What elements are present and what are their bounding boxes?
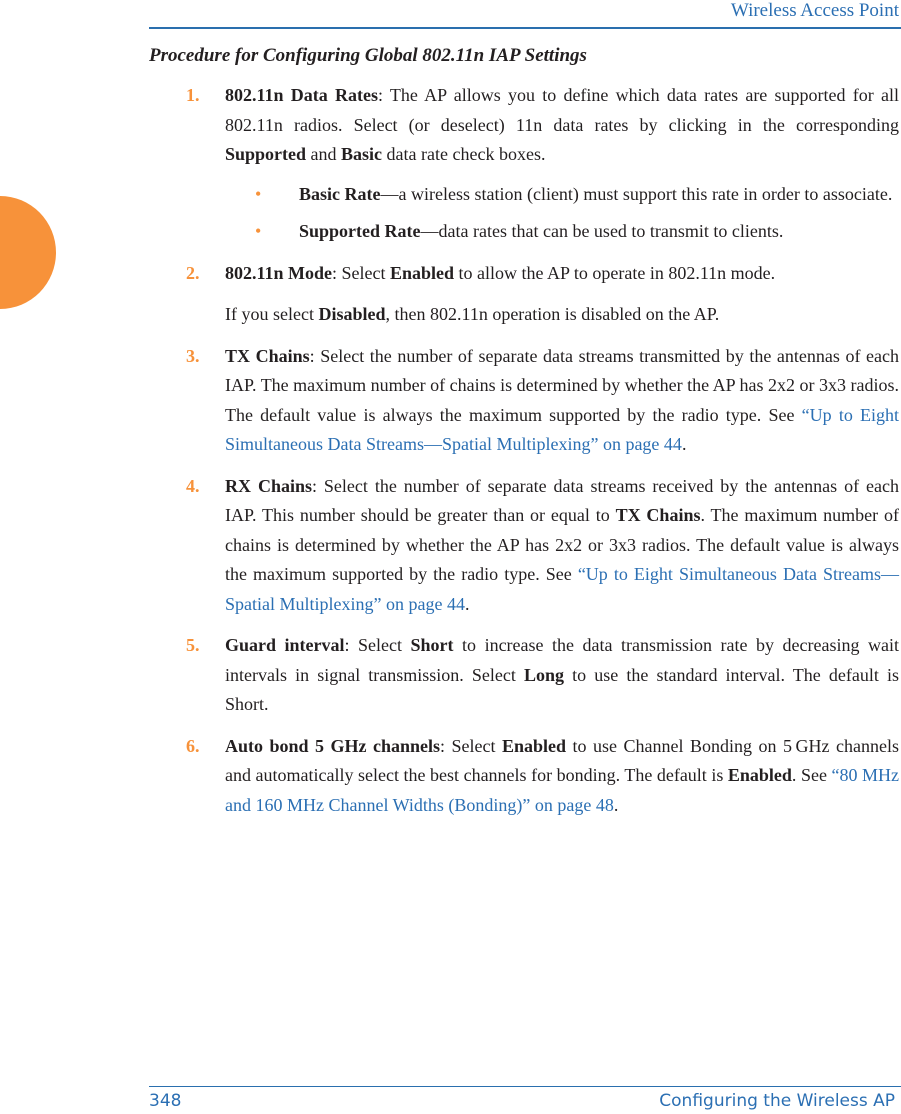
step-text: RX Chains: Select the number of separate… (225, 472, 899, 620)
chapter-tab-marker (0, 196, 56, 309)
step-number: 1. (186, 85, 200, 105)
step-body: : Select the number of separate data str… (225, 345, 900, 425)
section-title: Procedure for Configuring Global 802.11n… (149, 45, 587, 66)
step-body: . (681, 434, 687, 454)
step-body: . (613, 794, 619, 815)
chapter-title: Configuring the Wireless AP (659, 1091, 895, 1111)
bullet-term: Basic Rate (299, 183, 381, 204)
step-body: to allow the AP to operate in 802.11n mo… (454, 262, 776, 283)
bold-term: Supported (225, 144, 307, 164)
step-item: 4. RX Chains: Select the number of separ… (186, 472, 899, 620)
step-number: 2. (186, 262, 200, 283)
bullet-item: • Basic Rate—a wireless station (client) … (225, 180, 899, 210)
bullet-item: • Supported Rate—data rates that can be u… (225, 217, 899, 247)
step-body: : Select (344, 635, 411, 655)
step-body: . (464, 593, 470, 614)
step-body: . See (791, 765, 832, 785)
bold-term: Enabled (390, 262, 455, 283)
step-number: 5. (186, 635, 200, 655)
bullet-text: —data rates that can be used to transmit… (420, 221, 784, 241)
step-note: If you select Disabled, then 802.11n ope… (225, 300, 899, 330)
step-body: , then 802.11n operation is disabled on … (385, 304, 720, 324)
step-term: RX Chains (225, 475, 312, 496)
step-item: 1. 802.11n Data Rates: The AP allows you… (186, 81, 899, 247)
step-term: Auto bond 5 GHz channels (225, 735, 441, 756)
header-divider (149, 27, 901, 29)
bold-term: Basic (341, 144, 383, 164)
bold-term: Disabled (318, 304, 386, 324)
step-text: 802.11n Mode: Select Enabled to allow th… (225, 259, 899, 289)
step-item: 2. 802.11n Mode: Select Enabled to allow… (186, 259, 899, 330)
bold-term: Enabled (501, 735, 567, 756)
step-term: TX Chains (225, 345, 310, 366)
step-term: 802.11n Data Rates (225, 85, 378, 105)
bullet-term: Supported Rate (299, 221, 421, 241)
step-text: 802.11n Data Rates: The AP allows you to… (225, 81, 899, 170)
page-number: 348 (149, 1091, 182, 1111)
step-body: and (306, 144, 342, 164)
step-text: TX Chains: Select the number of separate… (225, 342, 899, 460)
step-body: : Select (332, 262, 390, 283)
step-item: 6. Auto bond 5 GHz channels: Select Enab… (186, 732, 899, 821)
step-item: 5. Guard interval: Select Short to incre… (186, 631, 899, 720)
bold-term: Long (524, 664, 565, 685)
bullet-list: • Basic Rate—a wireless station (client) … (225, 180, 899, 247)
step-text: Guard interval: Select Short to increase… (225, 631, 899, 720)
bullet-icon: • (255, 221, 262, 241)
step-number: 6. (186, 735, 200, 756)
step-item: 3. TX Chains: Select the number of separ… (186, 342, 899, 460)
step-term: Guard interval (225, 635, 345, 655)
bullet-text: —a wireless station (client) must suppor… (380, 183, 893, 204)
bold-term: Short (410, 635, 454, 655)
step-text: Auto bond 5 GHz channels: Select Enabled… (225, 732, 899, 821)
step-body: : Select (440, 735, 502, 756)
bold-term: TX Chains (615, 505, 701, 525)
step-term: 802.11n Mode (225, 262, 333, 283)
step-number: 4. (186, 475, 200, 496)
running-header-title: Wireless Access Point (730, 0, 899, 21)
footer-divider (149, 1086, 901, 1087)
step-body: If you select (225, 304, 319, 324)
step-body: data rate check boxes. (382, 144, 546, 164)
step-number: 3. (186, 345, 200, 366)
procedure-steps: 1. 802.11n Data Rates: The AP allows you… (186, 81, 899, 832)
bullet-icon: • (255, 183, 262, 204)
bold-term: Enabled (727, 765, 792, 785)
